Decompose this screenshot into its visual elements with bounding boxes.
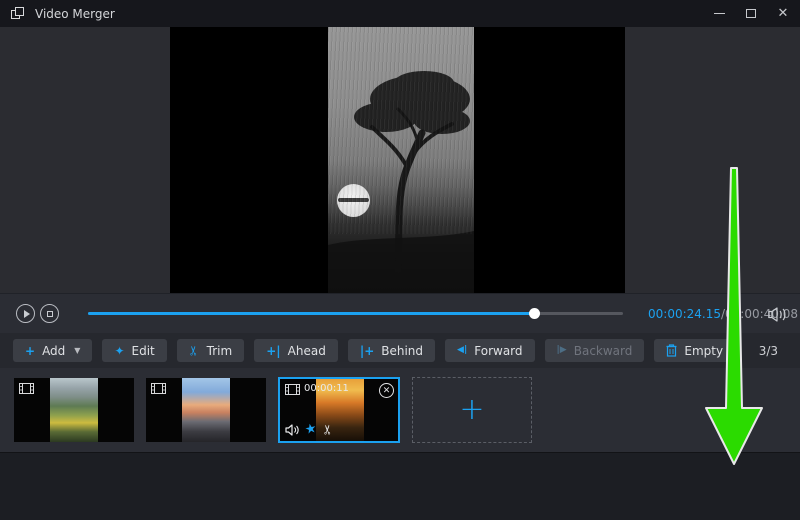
ahead-button[interactable]: +| Ahead [254,339,338,362]
edit-label: Edit [132,344,155,358]
merge-app-icon [11,7,26,20]
film-icon [151,383,166,394]
minimize-button[interactable] [710,5,728,23]
trim-button[interactable]: ✂ Trim [177,339,244,362]
plus-icon: + [25,345,35,357]
add-button[interactable]: + Add ▼ [13,339,92,362]
chevron-down-icon: ▼ [74,346,80,355]
maximize-icon [746,9,756,18]
clip-thumbnail-2[interactable] [146,378,266,442]
clip-1-image [50,378,98,442]
edit-star-icon: ✦ [114,345,124,357]
trim-label: Trim [207,344,233,358]
insert-ahead-icon: +| [266,345,280,357]
close-icon: ✕ [778,7,789,20]
stop-button[interactable] [40,304,59,323]
plus-icon: + [459,395,484,425]
behind-button[interactable]: |+ Behind [348,339,435,362]
film-icon [285,384,300,395]
output-settings-panel: Name: New Merge.mp4 ✎ Output: Auto;Auto … [0,452,800,520]
player-bar: 00:00:24.15/00:00:40.08 [0,293,800,333]
preview-stage [0,27,800,293]
clip-thumbnail-1[interactable] [14,378,134,442]
volume-icon[interactable] [768,307,788,322]
minimize-icon [714,13,725,14]
insert-behind-icon: |+ [360,345,374,357]
stop-icon [47,311,53,317]
trash-icon [666,344,677,357]
window-title: Video Merger [35,7,115,21]
clip-audio-icon[interactable] [285,424,299,436]
clip-edit-star-icon[interactable]: ★ [304,421,319,438]
rain-streaks-overlay [328,27,474,234]
play-icon [24,310,30,318]
seek-thumb[interactable] [529,308,540,319]
backward-label: Backward [574,344,633,358]
close-x-icon: ✕ [383,386,391,396]
clip-counter: 3/3 [759,344,778,358]
ahead-label: Ahead [288,344,326,358]
title-bar: Video Merger ✕ [0,0,800,27]
clip-strip: 00:00:11 ✕ ★ ✂ + [0,368,800,452]
film-icon [19,383,34,394]
edit-button[interactable]: ✦ Edit [102,339,166,362]
empty-label: Empty [684,344,723,358]
seek-slider[interactable] [88,312,623,315]
add-label: Add [42,344,65,358]
behind-label: Behind [381,344,423,358]
empty-button[interactable]: Empty [654,339,735,362]
clip-2-image [182,378,230,442]
forward-button[interactable]: ◀| Forward [445,339,534,362]
move-backward-icon: |▶ [557,346,567,355]
clip-thumbnail-3-selected[interactable]: 00:00:11 ✕ ★ ✂ [278,377,400,443]
clip-trim-scissors-icon[interactable]: ✂ [321,424,336,435]
backward-button[interactable]: |▶ Backward [545,339,645,362]
close-button[interactable]: ✕ [774,5,792,23]
move-forward-icon: ◀| [457,346,467,355]
remove-clip-button[interactable]: ✕ [379,383,394,398]
current-time: 00:00:24.15 [648,307,721,321]
seek-progress [88,312,535,315]
clip-duration: 00:00:11 [304,383,349,394]
video-frame [328,27,474,293]
scissors-icon: ✂ [188,345,201,356]
maximize-button[interactable] [742,5,760,23]
clip-toolbar: + Add ▼ ✦ Edit ✂ Trim +| Ahead |+ Behind… [0,333,800,368]
add-clip-placeholder[interactable]: + [412,377,532,443]
play-button[interactable] [16,304,35,323]
video-canvas [170,27,625,293]
forward-label: Forward [474,344,522,358]
